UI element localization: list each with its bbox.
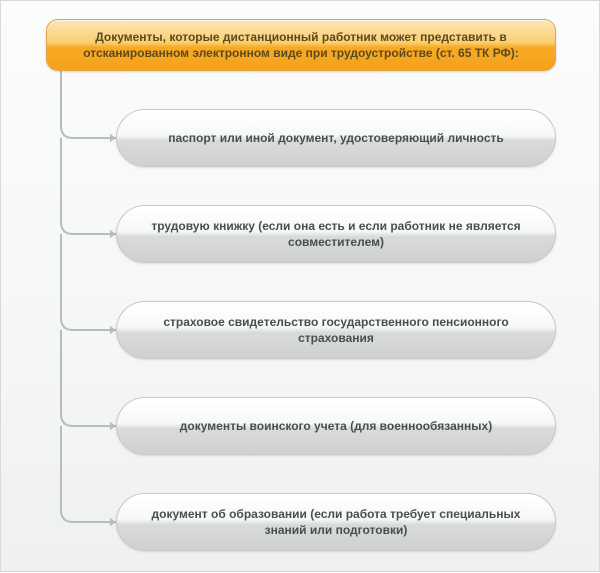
diagram-item: документы воинского учета (для военнообя… <box>116 397 556 455</box>
diagram-item-label: документ об образовании (если работа тре… <box>151 506 521 538</box>
diagram-canvas: Документы, которые дистанционный работни… <box>0 0 600 572</box>
diagram-item-label: паспорт или иной документ, удостоверяющи… <box>168 130 504 146</box>
diagram-item: трудовую книжку (если она есть и если ра… <box>116 205 556 263</box>
diagram-item-label: трудовую книжку (если она есть и если ра… <box>151 218 521 250</box>
diagram-item-label: страховое свидетельство государственного… <box>151 314 521 346</box>
diagram-item-label: документы воинского учета (для военнообя… <box>180 418 492 434</box>
connector-lines <box>1 1 600 573</box>
diagram-header: Документы, которые дистанционный работни… <box>46 19 556 71</box>
diagram-header-text: Документы, которые дистанционный работни… <box>73 29 529 61</box>
diagram-item: документ об образовании (если работа тре… <box>116 493 556 551</box>
diagram-item: страховое свидетельство государственного… <box>116 301 556 359</box>
diagram-item: паспорт или иной документ, удостоверяющи… <box>116 109 556 167</box>
